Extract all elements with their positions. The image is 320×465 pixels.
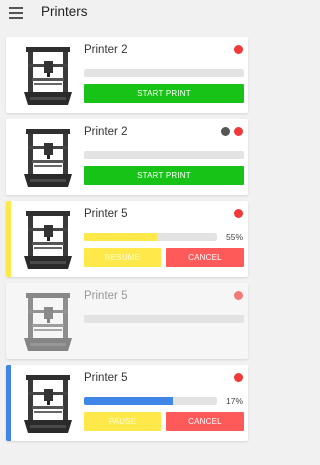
- start-print-button[interactable]: START PRINT: [84, 84, 244, 103]
- status-accent-yellow: [6, 201, 11, 277]
- page-title: Printers: [41, 4, 88, 19]
- printer-name: Printer 2: [84, 126, 128, 138]
- 3d-printer-icon: [20, 127, 76, 191]
- status-accent-blue: [6, 365, 11, 441]
- printer-name: Printer 5: [84, 290, 128, 302]
- progress-bar: [84, 69, 244, 77]
- printer-card[interactable]: Printer 2 START PRINT: [6, 37, 248, 113]
- printer-name: Printer 2: [84, 44, 128, 56]
- progress-bar: [84, 315, 244, 323]
- status-dot-red: [234, 373, 243, 382]
- printer-card[interactable]: Printer 5 55% RESUME CANCEL: [6, 201, 248, 277]
- cancel-button[interactable]: CANCEL: [166, 248, 244, 267]
- pause-button[interactable]: PAUSE: [84, 412, 161, 431]
- printer-card[interactable]: Printer 5: [6, 283, 248, 359]
- status-dot-red: [234, 209, 243, 218]
- 3d-printer-icon: [20, 45, 76, 109]
- status-dot-red: [234, 291, 243, 300]
- status-dot-red: [234, 45, 243, 54]
- progress-bar: [84, 151, 244, 159]
- printer-card[interactable]: Printer 5 17% PAUSE CANCEL: [6, 365, 248, 441]
- hamburger-menu-icon[interactable]: [9, 6, 23, 20]
- progress-percent: 55%: [225, 232, 243, 242]
- cancel-button[interactable]: CANCEL: [166, 412, 244, 431]
- progress-bar: [84, 397, 217, 405]
- status-dot-grey: [221, 127, 230, 136]
- progress-bar: [84, 233, 217, 241]
- printer-name: Printer 5: [84, 372, 128, 384]
- printer-card[interactable]: Printer 2 START PRINT: [6, 119, 248, 195]
- status-dot-red: [234, 127, 243, 136]
- top-app-bar: Printers: [0, 0, 254, 28]
- 3d-printer-icon: [20, 291, 76, 355]
- 3d-printer-icon: [20, 373, 76, 437]
- progress-percent: 17%: [225, 396, 243, 406]
- 3d-printer-icon: [20, 209, 76, 273]
- start-print-button[interactable]: START PRINT: [84, 166, 244, 185]
- resume-button[interactable]: RESUME: [84, 248, 161, 267]
- printer-name: Printer 5: [84, 208, 128, 220]
